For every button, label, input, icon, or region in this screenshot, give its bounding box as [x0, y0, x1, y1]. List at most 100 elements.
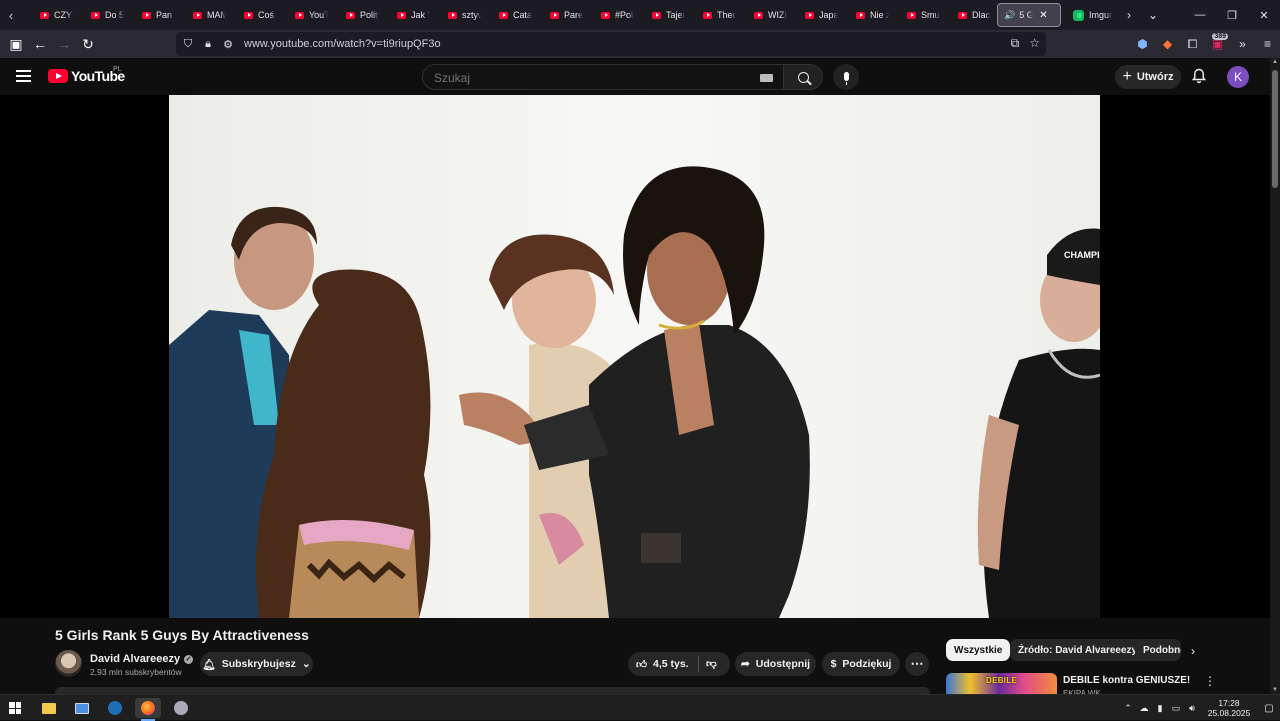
plus-icon: + — [1122, 68, 1132, 85]
notification-icon[interactable]: ▢ — [1258, 703, 1280, 714]
shield-icon[interactable]: ⛉ — [182, 38, 194, 51]
tab[interactable]: CZYTA — [22, 0, 73, 30]
tab-active-video[interactable]: 🔊 5 G ✕ — [997, 3, 1061, 27]
reload-button[interactable]: ↻ — [76, 30, 100, 58]
tab[interactable]: Catast — [481, 0, 532, 30]
extension-badge-icon[interactable]: ▣ 389 — [1205, 30, 1230, 58]
thumbs-up-icon[interactable]: 👍︎ — [636, 658, 647, 671]
taskbar-explorer[interactable] — [36, 698, 62, 718]
like-dislike-group: 👍︎ 4,5 tys. 👎︎ — [628, 652, 730, 676]
tab-imgur[interactable]: Imgur — [1065, 0, 1117, 30]
notifications-bell-icon[interactable] — [1192, 68, 1206, 84]
tab[interactable]: MAM — [175, 0, 226, 30]
chip-source[interactable]: Źródło: David Alvareeezy — [1010, 639, 1146, 661]
back-button[interactable]: ← — [28, 30, 52, 58]
tab[interactable]: #Pol'a — [583, 0, 634, 30]
minimize-button[interactable]: — — [1184, 0, 1216, 30]
account-avatar[interactable]: K — [1227, 66, 1249, 88]
windows-start-icon[interactable] — [9, 702, 21, 714]
description-box[interactable] — [55, 687, 930, 694]
tab[interactable]: Smutr — [889, 0, 940, 30]
chip-all[interactable]: Wszystkie — [946, 639, 1011, 661]
tab[interactable]: YouTu — [277, 0, 328, 30]
close-tab-icon[interactable]: ✕ — [1039, 10, 1047, 21]
cloud-icon[interactable]: ☁ — [1136, 703, 1152, 714]
share-button[interactable]: ➦ Udostępnij — [735, 652, 816, 676]
channel-name-link[interactable]: David Alvareeezy ✓ — [90, 653, 194, 665]
address-bar[interactable]: ⛉ 🔒︎ ⚙︎ www.youtube.com/watch?v=ti9riupQ… — [176, 32, 1046, 56]
restore-button[interactable]: ❐ — [1216, 0, 1248, 30]
taskbar-app[interactable] — [168, 698, 194, 718]
cap-text: CHAMPIONS — [1064, 250, 1100, 260]
list-all-tabs-button[interactable]: ⌄ — [1141, 0, 1165, 30]
forward-button[interactable]: → — [52, 30, 76, 58]
guide-menu-icon[interactable] — [16, 70, 31, 86]
channel-name[interactable]: David Alvareeezy — [90, 653, 180, 665]
tab-label: Coś w — [258, 10, 277, 20]
more-tools-icon[interactable]: » — [1230, 30, 1255, 58]
tabs-scroll-right-button[interactable]: › — [1117, 0, 1141, 30]
tab[interactable]: Pan Ł — [124, 0, 175, 30]
more-actions-button[interactable]: ⋯ — [905, 652, 929, 676]
chip-similar[interactable]: Podobne — [1135, 639, 1181, 661]
extension-badge-count: 389 — [1212, 33, 1228, 40]
tab[interactable]: Tajem — [634, 0, 685, 30]
close-window-button[interactable]: ✕ — [1248, 0, 1280, 30]
video-player[interactable]: CHAMPIONS — [0, 95, 1270, 618]
youtube-favicon-icon — [958, 11, 967, 19]
create-button[interactable]: + Utwórz — [1115, 65, 1181, 89]
url-text[interactable]: www.youtube.com/watch?v=ti9riupQF3o — [244, 38, 441, 50]
youtube-favicon-icon — [805, 11, 814, 19]
thanks-button[interactable]: $ Podziękuj — [822, 652, 900, 676]
sidebar-toggle-icon[interactable]: ▣ — [4, 30, 28, 58]
search-input[interactable] — [434, 71, 734, 85]
tab[interactable]: Do 50 — [73, 0, 124, 30]
tab[interactable]: Nie zn — [838, 0, 889, 30]
voice-search-button[interactable] — [833, 64, 859, 90]
speaker-icon[interactable]: 🔊 — [1004, 10, 1015, 21]
taskbar-firefox[interactable] — [135, 698, 161, 721]
like-count[interactable]: 4,5 tys. — [653, 658, 689, 670]
lock-icon[interactable]: 🔒︎ — [202, 38, 214, 51]
extension-fox-icon[interactable]: ◆ — [1155, 30, 1180, 58]
usb-icon[interactable]: ▮ — [1152, 703, 1168, 714]
tab[interactable]: WIZK — [736, 0, 787, 30]
permissions-icon[interactable]: ⚙︎ — [222, 38, 234, 51]
tab-label: Polity — [360, 10, 379, 20]
tab[interactable]: sztyw — [430, 0, 481, 30]
scroll-down-icon[interactable]: ▼ — [1271, 687, 1279, 693]
more-vertical-icon[interactable]: ⋮ — [1204, 674, 1216, 688]
scrollbar-thumb[interactable] — [1272, 70, 1278, 188]
search-button[interactable] — [783, 64, 823, 90]
tab[interactable]: Paren — [532, 0, 583, 30]
recommendation-title[interactable]: DEBILE kontra GENIUSZE! — [1063, 675, 1190, 686]
tab[interactable]: Japan — [787, 0, 838, 30]
network-icon[interactable]: ▭ — [1168, 703, 1184, 714]
scroll-up-icon[interactable]: ▲ — [1271, 59, 1279, 65]
thumbs-down-icon[interactable]: 👎︎ — [706, 657, 717, 670]
taskbar-steam[interactable] — [102, 698, 128, 718]
chevron-right-icon[interactable]: › — [1191, 644, 1195, 658]
tab[interactable]: Polity — [328, 0, 379, 30]
tab-label: Imgur — [1089, 10, 1113, 20]
recommendation-thumbnail[interactable]: DEBILE — [946, 673, 1057, 694]
tab[interactable]: Coś w — [226, 0, 277, 30]
volume-icon[interactable]: 🔊︎ — [1184, 703, 1200, 714]
bookmark-star-icon[interactable]: ☆ — [1029, 36, 1040, 51]
picture-in-picture-icon[interactable]: ⧉ — [1011, 36, 1020, 51]
tab[interactable]: Dlacz — [940, 0, 991, 30]
page-scrollbar[interactable]: ▲ ▼ — [1270, 58, 1280, 694]
taskbar-this-pc[interactable] — [69, 698, 95, 718]
keyboard-icon[interactable] — [760, 74, 773, 82]
channel-avatar[interactable] — [55, 650, 82, 677]
extension-shield-icon[interactable]: ⬢ — [1130, 30, 1155, 58]
clock[interactable]: 17:28 25.08.2025 — [1200, 698, 1258, 718]
extensions-puzzle-icon[interactable]: ⧠ — [1180, 30, 1205, 58]
chevron-up-icon[interactable]: ⌃ — [1120, 703, 1136, 714]
app-menu-icon[interactable]: ≡ — [1255, 30, 1280, 58]
tab[interactable]: Jak "i — [379, 0, 430, 30]
video-frame[interactable]: CHAMPIONS — [169, 95, 1100, 618]
tabs-scroll-left-button[interactable]: ‹ — [0, 0, 22, 30]
tab[interactable]: Theod — [685, 0, 736, 30]
subscribed-button[interactable]: 🔔︎ Subskrybujesz ⌄ — [200, 652, 313, 676]
